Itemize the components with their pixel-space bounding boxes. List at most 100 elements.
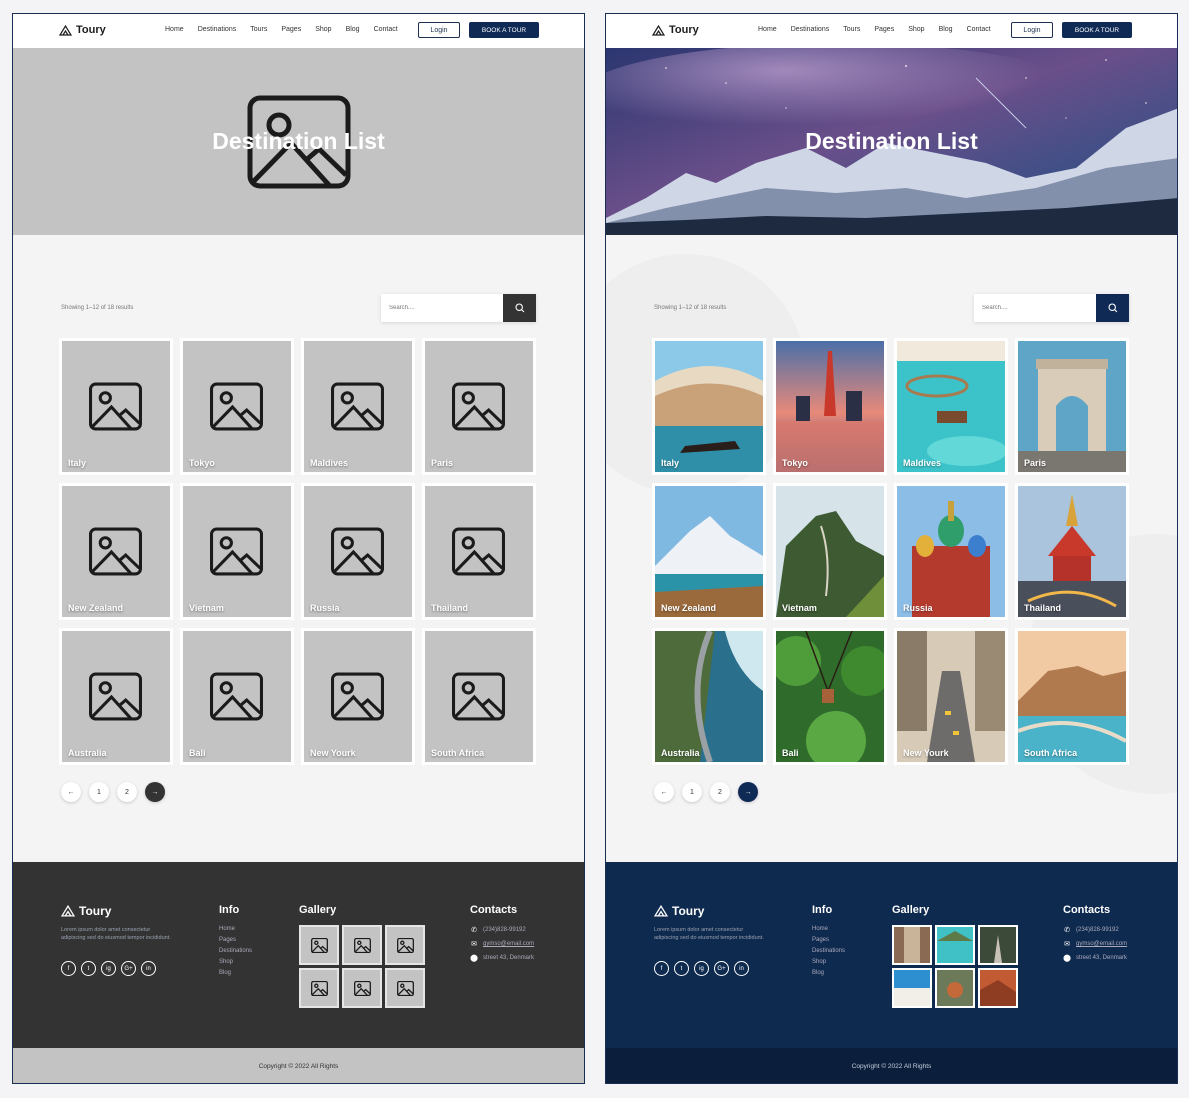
footer-link-blog[interactable]: Blog (219, 970, 252, 976)
destination-card[interactable]: Maldives (894, 338, 1008, 475)
nav-item-shop[interactable]: Shop (315, 26, 331, 33)
destination-card[interactable]: South Africa (422, 628, 536, 765)
footer-link-destinations[interactable]: Destinations (812, 948, 845, 954)
nav-item-contact[interactable]: Contact (967, 26, 991, 33)
page-button[interactable]: 2 (710, 782, 730, 802)
prev-page-button[interactable]: ← (654, 782, 674, 802)
nav-item-shop[interactable]: Shop (908, 26, 924, 33)
nav-item-pages[interactable]: Pages (281, 26, 301, 33)
facebook-icon[interactable]: f (61, 961, 76, 976)
search-button[interactable] (1096, 294, 1129, 322)
footer-link-pages[interactable]: Pages (219, 937, 252, 943)
destination-card[interactable]: Italy (652, 338, 766, 475)
instagram-icon[interactable]: ig (101, 961, 116, 976)
next-page-button[interactable]: → (145, 782, 165, 802)
facebook-icon[interactable]: f (654, 961, 669, 976)
linkedin-icon[interactable]: in (141, 961, 156, 976)
logo[interactable]: Toury (652, 24, 699, 36)
next-page-button[interactable]: → (738, 782, 758, 802)
footer: Toury Lorem ipsum dolor amet consectetur… (606, 862, 1177, 1048)
contact-phone[interactable]: (234)828-99192 (1076, 927, 1119, 933)
destination-card[interactable]: Paris (1015, 338, 1129, 475)
nav-item-contact[interactable]: Contact (374, 26, 398, 33)
gallery-thumb[interactable] (935, 968, 975, 1008)
destination-card[interactable]: Bali (773, 628, 887, 765)
gallery-thumb[interactable] (342, 925, 382, 965)
footer-link-pages[interactable]: Pages (812, 937, 845, 943)
nav-item-destinations[interactable]: Destinations (198, 26, 237, 33)
page-button[interactable]: 1 (682, 782, 702, 802)
nav-item-destinations[interactable]: Destinations (791, 26, 830, 33)
footer-link-blog[interactable]: Blog (812, 970, 845, 976)
nav-item-pages[interactable]: Pages (874, 26, 894, 33)
search-input[interactable] (381, 294, 503, 322)
twitter-icon[interactable]: t (674, 961, 689, 976)
nav-item-blog[interactable]: Blog (939, 26, 953, 33)
logo[interactable]: Toury (59, 24, 106, 36)
destination-card[interactable]: Russia (301, 483, 415, 620)
page-button[interactable]: 2 (117, 782, 137, 802)
destination-card[interactable]: Bali (180, 628, 294, 765)
footer-logo[interactable]: Toury (61, 904, 111, 918)
prev-page-button[interactable]: ← (61, 782, 81, 802)
nav-item-blog[interactable]: Blog (346, 26, 360, 33)
destination-card[interactable]: New Yourk (894, 628, 1008, 765)
footer-link-shop[interactable]: Shop (812, 959, 845, 965)
page-button[interactable]: 1 (89, 782, 109, 802)
gallery-thumb[interactable] (978, 925, 1018, 965)
destination-label: New Yourk (903, 748, 949, 758)
search-input[interactable] (974, 294, 1096, 322)
destination-card[interactable]: New Zealand (59, 483, 173, 620)
destination-card[interactable]: Thailand (422, 483, 536, 620)
twitter-icon[interactable]: t (81, 961, 96, 976)
destination-card[interactable]: Tokyo (180, 338, 294, 475)
search-icon (514, 303, 524, 313)
gallery-thumb[interactable] (299, 925, 339, 965)
gallery-thumb[interactable] (892, 925, 932, 965)
social-links: f t ig G+ in (654, 961, 749, 976)
destination-card[interactable]: New Yourk (301, 628, 415, 765)
destination-card[interactable]: Tokyo (773, 338, 887, 475)
destination-card[interactable]: Australia (652, 628, 766, 765)
destination-card[interactable]: New Zealand (652, 483, 766, 620)
destination-card[interactable]: Italy (59, 338, 173, 475)
nav-item-tours[interactable]: Tours (250, 26, 267, 33)
gallery-thumb[interactable] (342, 968, 382, 1008)
gallery-thumb[interactable] (935, 925, 975, 965)
destination-label: Russia (903, 603, 933, 613)
tokyo-photo (776, 341, 884, 472)
login-button[interactable]: Login (418, 22, 460, 38)
gallery-thumb[interactable] (299, 968, 339, 1008)
gallery-thumb[interactable] (892, 968, 932, 1008)
contact-email[interactable]: gymso@email.com (483, 941, 534, 947)
linkedin-icon[interactable]: in (734, 961, 749, 976)
gallery-thumb[interactable] (978, 968, 1018, 1008)
book-tour-button[interactable]: BOOK A TOUR (1062, 22, 1132, 38)
contact-phone[interactable]: (234)828-99192 (483, 927, 526, 933)
nav-item-home[interactable]: Home (758, 26, 777, 33)
book-tour-button[interactable]: BOOK A TOUR (469, 22, 539, 38)
contact-email[interactable]: gymso@email.com (1076, 941, 1127, 947)
destination-card[interactable]: Maldives (301, 338, 415, 475)
destination-card[interactable]: Russia (894, 483, 1008, 620)
footer-link-destinations[interactable]: Destinations (219, 948, 252, 954)
footer-link-home[interactable]: Home (219, 926, 252, 932)
search-button[interactable] (503, 294, 536, 322)
gallery-thumb[interactable] (385, 925, 425, 965)
google-plus-icon[interactable]: G+ (714, 961, 729, 976)
destination-card[interactable]: Thailand (1015, 483, 1129, 620)
destination-card[interactable]: Vietnam (773, 483, 887, 620)
destination-card[interactable]: Vietnam (180, 483, 294, 620)
destination-card[interactable]: South Africa (1015, 628, 1129, 765)
nav-item-home[interactable]: Home (165, 26, 184, 33)
destination-card[interactable]: Australia (59, 628, 173, 765)
footer-link-home[interactable]: Home (812, 926, 845, 932)
instagram-icon[interactable]: ig (694, 961, 709, 976)
login-button[interactable]: Login (1011, 22, 1053, 38)
destination-card[interactable]: Paris (422, 338, 536, 475)
google-plus-icon[interactable]: G+ (121, 961, 136, 976)
footer-logo[interactable]: Toury (654, 904, 704, 918)
nav-item-tours[interactable]: Tours (843, 26, 860, 33)
gallery-thumb[interactable] (385, 968, 425, 1008)
footer-link-shop[interactable]: Shop (219, 959, 252, 965)
